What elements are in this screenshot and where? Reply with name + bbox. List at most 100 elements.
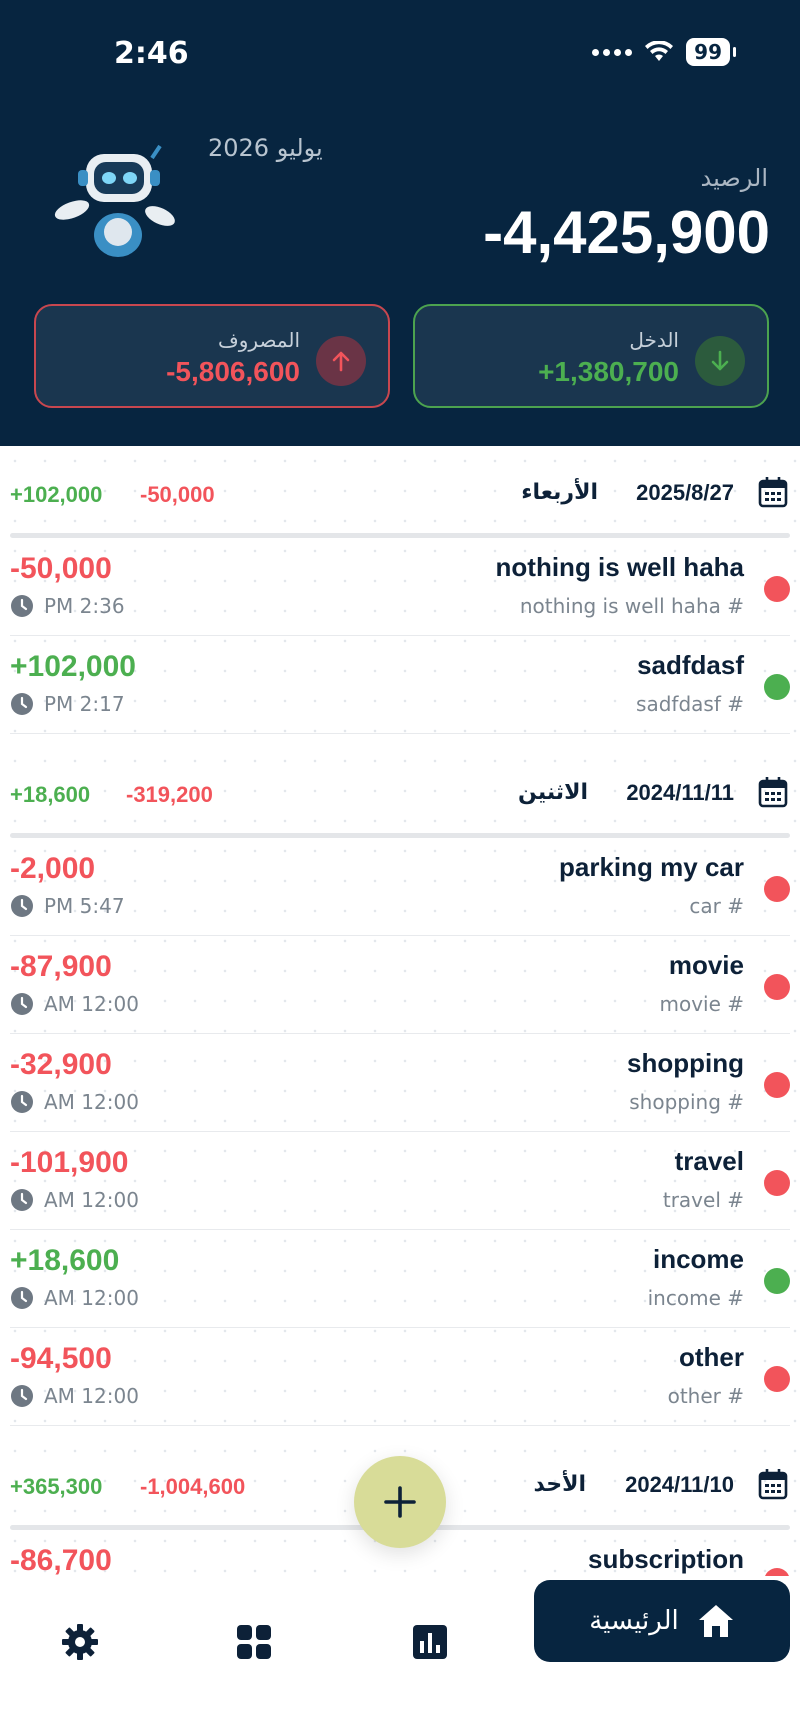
- clock-icon: [11, 1189, 33, 1211]
- transaction-time: AM 12:00: [44, 992, 139, 1016]
- transaction-title: nothing is well haha: [495, 552, 744, 582]
- transaction-title: income: [652, 1244, 744, 1274]
- transaction-amount: -87,900: [10, 950, 112, 983]
- transaction-row[interactable]: -87,900 AM 12:00 movie movie #: [10, 936, 790, 1034]
- month-label[interactable]: يوليو 2026: [208, 134, 323, 162]
- group-day: الأحد: [533, 1472, 587, 1497]
- transaction-amount: -2,000: [10, 852, 96, 885]
- calendar-icon: [758, 1469, 788, 1500]
- transaction-time: AM 12:00: [44, 1090, 139, 1114]
- status-time: 2:46: [114, 36, 189, 71]
- clock-icon: [11, 595, 33, 617]
- transaction-title: movie: [668, 950, 744, 980]
- clock-icon: [11, 693, 33, 715]
- transaction-tag: movie #: [659, 992, 744, 1016]
- expense-indicator-dot: [764, 1568, 790, 1576]
- transaction-tag: shopping #: [629, 1090, 744, 1114]
- income-card[interactable]: الدخل +1,380,700: [413, 304, 769, 408]
- group-day: الاثنين: [518, 780, 588, 805]
- group-income-total: +365,300: [10, 1474, 103, 1499]
- group-income-total: +18,600: [10, 782, 91, 807]
- transaction-tag: income #: [647, 1286, 744, 1310]
- income-indicator-dot: [764, 674, 790, 700]
- transaction-tag: nothing is well haha #: [519, 594, 744, 618]
- transaction-time-wrap: AM 12:00: [10, 992, 139, 1016]
- signal-icon: [592, 48, 633, 56]
- income-indicator-dot: [764, 1268, 790, 1294]
- transaction-tag: travel #: [662, 1188, 744, 1212]
- add-transaction-button[interactable]: [354, 1456, 446, 1548]
- calendar-icon: [758, 477, 788, 508]
- clock-icon: [11, 993, 33, 1015]
- transaction-time-wrap: AM 12:00: [10, 1188, 139, 1212]
- group-expense-total: -50,000: [140, 482, 215, 507]
- clock-icon: [11, 1385, 33, 1407]
- calendar-icon: [758, 777, 788, 808]
- home-icon: [698, 1605, 733, 1637]
- grid-icon: [237, 1625, 271, 1659]
- transaction-time: AM 12:00: [44, 1384, 139, 1408]
- plus-icon: [384, 1486, 416, 1518]
- clock-icon: [11, 1287, 33, 1309]
- expense-label: المصروف: [218, 328, 300, 352]
- income-label: الدخل: [629, 328, 679, 352]
- transaction-row[interactable]: -50,000 PM 2:36 nothing is well haha not…: [10, 538, 790, 636]
- transaction-row[interactable]: -94,500 AM 12:00 other other #: [10, 1328, 790, 1426]
- transaction-amount: -101,900: [10, 1146, 129, 1179]
- expense-indicator-dot: [764, 1170, 790, 1196]
- transaction-row[interactable]: -101,900 AM 12:00 travel travel #: [10, 1132, 790, 1230]
- transaction-title: sadfdasf: [637, 650, 744, 680]
- home-nav-button[interactable]: الرئيسية: [534, 1580, 790, 1662]
- transaction-tag: car #: [689, 894, 744, 918]
- transaction-amount: -86,700: [10, 1544, 112, 1576]
- transaction-title: parking my car: [559, 852, 744, 882]
- expense-indicator-dot: [764, 576, 790, 602]
- date-group-header: 2024/11/11 الاثنين +18,600 -319,200: [0, 746, 800, 838]
- transaction-amount: +18,600: [10, 1244, 120, 1277]
- transaction-time-wrap: PM 5:47: [10, 894, 125, 918]
- battery-indicator: 99: [686, 38, 736, 66]
- expense-indicator-dot: [764, 1366, 790, 1392]
- income-value: +1,380,700: [538, 356, 679, 387]
- transaction-row[interactable]: +102,000 PM 2:17 sadfdasf sadfdasf #: [10, 636, 790, 734]
- status-icons: 99: [592, 38, 736, 66]
- transaction-title: travel: [674, 1146, 744, 1176]
- group-expense-total: -319,200: [126, 782, 213, 807]
- reports-nav-button[interactable]: [408, 1620, 452, 1664]
- transaction-time-wrap: AM 12:00: [10, 1286, 139, 1310]
- arrow-down-icon: [695, 336, 745, 386]
- group-day: الأربعاء: [521, 480, 598, 505]
- transaction-time: PM 2:36: [44, 594, 125, 618]
- robot-mascot-icon: [54, 144, 175, 257]
- transaction-title: shopping: [627, 1048, 744, 1078]
- expense-indicator-dot: [764, 876, 790, 902]
- transaction-tag: other #: [667, 1384, 744, 1408]
- transaction-time: PM 2:17: [44, 692, 125, 716]
- group-date: 2025/8/27: [636, 480, 734, 505]
- transaction-row[interactable]: -2,000 PM 5:47 parking my car car #: [10, 838, 790, 936]
- expense-indicator-dot: [764, 974, 790, 1000]
- date-group-header: 2025/8/27 الأربعاء +102,000 -50,000: [0, 446, 800, 538]
- transaction-time-wrap: PM 2:17: [10, 692, 125, 716]
- settings-nav-button[interactable]: [58, 1620, 102, 1664]
- transaction-title: other: [679, 1342, 744, 1372]
- gear-icon: [62, 1624, 98, 1660]
- transaction-tag: sadfdasf #: [636, 692, 744, 716]
- arrow-up-icon: [316, 336, 366, 386]
- transaction-list[interactable]: 2025/8/27 الأربعاء +102,000 -50,000 -50,…: [0, 446, 800, 1576]
- categories-nav-button[interactable]: [232, 1620, 276, 1664]
- transaction-row[interactable]: +18,600 AM 12:00 income income #: [10, 1230, 790, 1328]
- transaction-row[interactable]: -32,900 AM 12:00 shopping shopping #: [10, 1034, 790, 1132]
- transaction-time: AM 12:00: [44, 1188, 139, 1212]
- transaction-amount: -50,000: [10, 552, 112, 585]
- group-date: 2024/11/11: [626, 780, 734, 805]
- transaction-amount: +102,000: [10, 650, 136, 683]
- transaction-time-wrap: AM 12:00: [10, 1090, 139, 1114]
- transaction-title: subscription: [587, 1544, 744, 1574]
- transaction-time: AM 12:00: [44, 1286, 139, 1310]
- expense-card[interactable]: المصروف -5,806,600: [34, 304, 390, 408]
- group-income-total: +102,000: [10, 482, 103, 507]
- transaction-amount: -94,500: [10, 1342, 112, 1375]
- clock-icon: [11, 1091, 33, 1113]
- group-expense-total: -1,004,600: [140, 1474, 246, 1499]
